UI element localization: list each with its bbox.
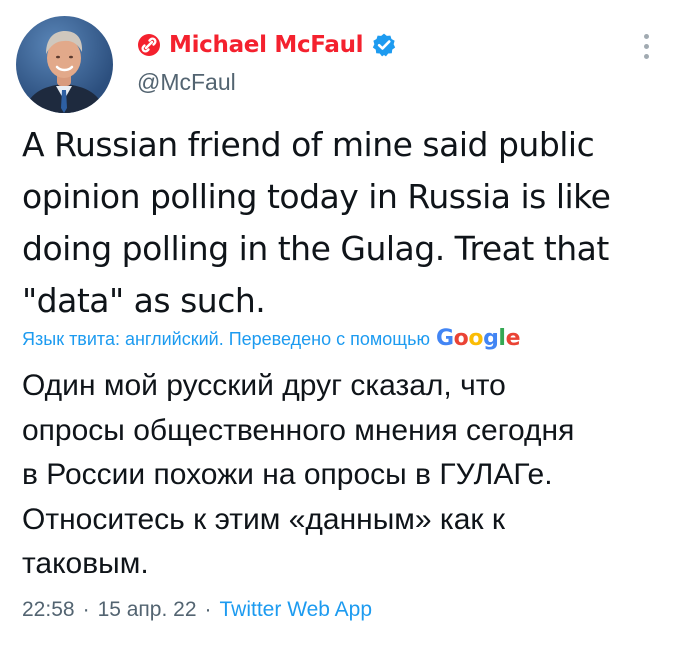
avatar[interactable] (16, 16, 113, 113)
link-circle-icon (137, 33, 161, 57)
meta-separator: · (82, 598, 90, 621)
tweet-time[interactable]: 22:58 (22, 598, 75, 622)
google-letter: G (435, 326, 454, 351)
google-letter: o (468, 326, 484, 351)
translation-notice[interactable]: Язык твита: английский. Переведено с пом… (22, 326, 520, 351)
more-dot (643, 33, 649, 39)
more-dot (643, 43, 649, 49)
google-letter: o (453, 326, 469, 351)
google-letter: e (505, 326, 521, 351)
avatar-portrait (24, 31, 105, 113)
tweet-date[interactable]: 15 апр. 22 (98, 598, 197, 622)
author-name-row[interactable]: Michael McFaul (137, 30, 397, 60)
meta-separator: · (204, 598, 212, 621)
google-letter: l (498, 326, 506, 351)
author-name[interactable]: Michael McFaul (169, 32, 364, 58)
translation-label: Язык твита: английский. Переведено с пом… (22, 329, 430, 349)
more-options-icon[interactable] (636, 30, 656, 62)
google-letter: g (483, 326, 499, 351)
tweet-text: A Russian friend of mine said public opi… (22, 125, 611, 320)
author-handle[interactable]: @McFaul (137, 69, 236, 96)
tweet-meta: 22:58 · 15 апр. 22 · Twitter Web App (22, 598, 372, 622)
more-dot (643, 53, 649, 59)
google-logo: Google (435, 326, 521, 351)
tweet-card: Michael McFaul @McFaul A Russian friend … (0, 0, 680, 654)
tweet-source-link[interactable]: Twitter Web App (220, 598, 373, 622)
verified-badge-icon (371, 32, 397, 58)
translated-text: Один мой русский друг сказал, что опросы… (22, 369, 575, 580)
